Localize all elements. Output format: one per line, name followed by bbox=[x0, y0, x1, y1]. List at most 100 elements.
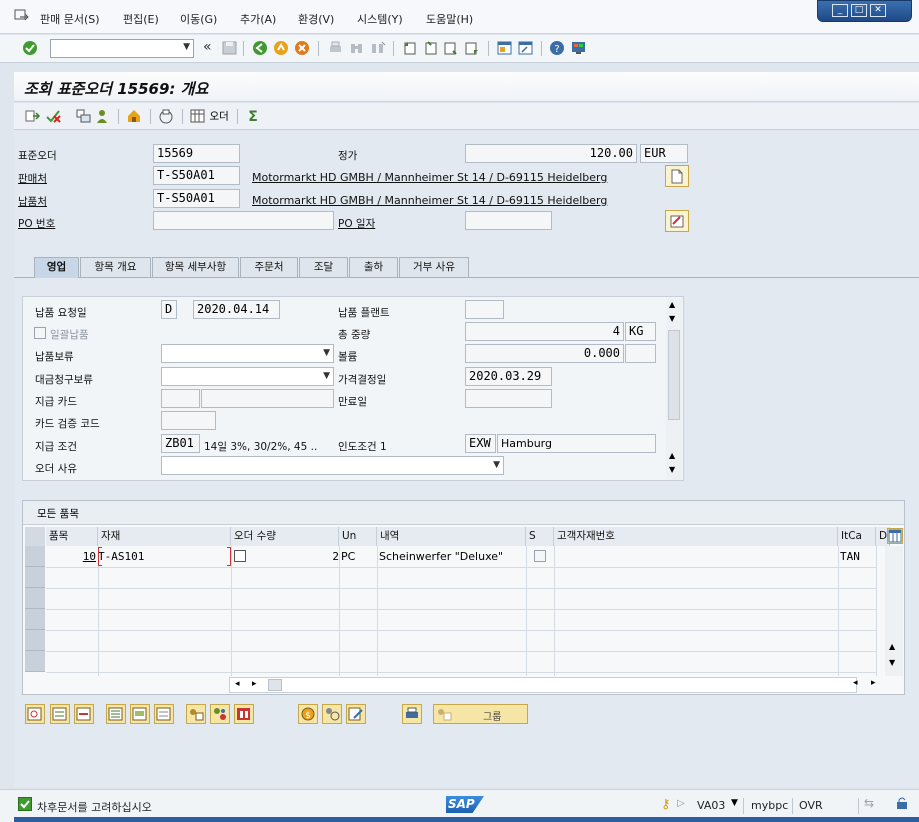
column-header-unit[interactable]: Un bbox=[339, 527, 377, 546]
last-page-icon[interactable] bbox=[464, 40, 481, 56]
req-delivery-date-type-field[interactable]: D bbox=[161, 300, 177, 319]
group-button[interactable]: 그룹 bbox=[433, 704, 528, 724]
save-icon[interactable] bbox=[221, 40, 238, 56]
menu-extras[interactable]: 추가(A) bbox=[240, 11, 276, 27]
column-header-item-category[interactable]: ItCa bbox=[838, 527, 876, 546]
description-cell[interactable]: Scheinwerfer "Deluxe" bbox=[379, 546, 527, 567]
tab-shipping[interactable]: 출하 bbox=[349, 257, 398, 277]
next-page-icon[interactable] bbox=[443, 40, 460, 56]
insert-mode[interactable]: OVR bbox=[799, 799, 823, 812]
deselect-all-button[interactable] bbox=[154, 704, 174, 724]
sum-icon[interactable]: Σ bbox=[245, 108, 262, 125]
currency-field[interactable]: EUR bbox=[640, 144, 688, 163]
select-all-button[interactable] bbox=[106, 704, 126, 724]
back-icon[interactable] bbox=[252, 40, 269, 56]
standard-order-field[interactable]: 15569 bbox=[153, 144, 240, 163]
select-all-rows[interactable] bbox=[25, 527, 45, 546]
ship-to-address[interactable]: Motormarkt HD GMBH / Mannheimer St 14 / … bbox=[252, 194, 607, 207]
first-page-icon[interactable] bbox=[401, 40, 418, 56]
column-header-customer-material[interactable]: 고객자재번호 bbox=[554, 527, 838, 546]
column-header-material[interactable]: 자재 bbox=[98, 527, 231, 546]
net-value-field[interactable]: 120.00 bbox=[465, 144, 637, 163]
delete-icon[interactable] bbox=[45, 108, 62, 124]
print-preview-button[interactable] bbox=[402, 704, 422, 724]
column-header-status[interactable]: S bbox=[526, 527, 554, 546]
tab-item-detail[interactable]: 항목 세부사항 bbox=[152, 257, 239, 277]
expand-status-icon[interactable]: ▷ bbox=[677, 798, 685, 809]
document-button[interactable] bbox=[665, 165, 689, 187]
chevron-down-icon[interactable]: ▼ bbox=[731, 798, 738, 808]
pricing-button[interactable]: $ bbox=[298, 704, 318, 724]
order-button[interactable]: 오더 bbox=[189, 108, 229, 125]
order-quantity-cell[interactable]: 2 bbox=[231, 546, 339, 567]
select-block-button[interactable] bbox=[130, 704, 150, 724]
po-number-label[interactable]: PO 번호 bbox=[18, 216, 55, 231]
menu-edit[interactable]: 편집(E) bbox=[123, 11, 159, 27]
expiry-date-field[interactable] bbox=[465, 389, 552, 408]
transaction-code[interactable]: VA03 bbox=[697, 799, 725, 812]
sold-to-party-icon[interactable] bbox=[126, 108, 143, 124]
chevron-down-icon[interactable]: ▼ bbox=[323, 345, 330, 362]
row-selector[interactable] bbox=[25, 651, 45, 672]
payment-card-type-field[interactable] bbox=[161, 389, 200, 408]
order-reason-select[interactable]: ▼ bbox=[161, 456, 504, 475]
unit-cell[interactable]: PC bbox=[341, 546, 377, 567]
column-header-description[interactable]: 내역 bbox=[377, 527, 526, 546]
display-doc-flow-icon[interactable] bbox=[24, 108, 41, 124]
po-date-label[interactable]: PO 일자 bbox=[338, 216, 375, 231]
availability-button[interactable] bbox=[322, 704, 342, 724]
po-number-field[interactable] bbox=[153, 211, 334, 230]
ship-to-field[interactable]: T-S50A01 bbox=[153, 189, 240, 208]
menu-environment[interactable]: 환경(V) bbox=[298, 11, 334, 27]
item-category-cell[interactable]: TAN bbox=[840, 546, 876, 567]
new-session-icon[interactable] bbox=[496, 40, 513, 56]
menu-icon[interactable] bbox=[14, 9, 30, 26]
partner-icon[interactable] bbox=[94, 108, 111, 124]
column-header-order-quantity[interactable]: 오더 수량 bbox=[231, 527, 339, 546]
item-number-cell[interactable]: 10 bbox=[46, 546, 96, 567]
sold-to-field[interactable]: T-S50A01 bbox=[153, 166, 240, 185]
payment-terms-code-field[interactable]: ZB01 bbox=[161, 434, 200, 453]
details-button[interactable] bbox=[25, 704, 45, 724]
menu-system[interactable]: 시스템(Y) bbox=[357, 11, 403, 27]
table-row[interactable]: 10 T-AS101 2 PC Scheinwerfer "Deluxe" TA… bbox=[46, 546, 876, 567]
edit-item-button[interactable] bbox=[346, 704, 366, 724]
maximize-icon[interactable]: □ bbox=[851, 4, 867, 17]
scroll-down-icon[interactable]: ▼ bbox=[669, 465, 675, 474]
menu-sales-document[interactable]: 판매 문서(S) bbox=[40, 11, 100, 27]
configuration-button[interactable] bbox=[186, 704, 206, 724]
tab-procurement[interactable]: 조달 bbox=[299, 257, 348, 277]
payment-card-number-field[interactable] bbox=[201, 389, 334, 408]
exit-icon[interactable] bbox=[273, 40, 290, 56]
chevron-down-icon[interactable]: ▼ bbox=[493, 457, 500, 474]
column-header-item[interactable]: 품목 bbox=[46, 527, 98, 546]
complete-delivery-checkbox[interactable] bbox=[34, 327, 46, 339]
delivery-block-select[interactable]: ▼ bbox=[161, 344, 334, 363]
chevron-down-icon[interactable]: ▼ bbox=[183, 42, 190, 52]
scroll-right-icon[interactable]: ▸ bbox=[252, 679, 257, 689]
table-horizontal-scrollbar[interactable]: ◂ ▸ bbox=[229, 677, 857, 693]
find-next-icon[interactable] bbox=[369, 40, 386, 56]
weight-unit-field[interactable]: KG bbox=[625, 322, 656, 341]
customer-material-cell[interactable] bbox=[556, 546, 838, 567]
material-cell[interactable]: T-AS101 bbox=[98, 546, 228, 567]
header-detail-icon[interactable] bbox=[75, 108, 92, 124]
sold-to-label[interactable]: 판매처 bbox=[18, 171, 47, 186]
tab-sales[interactable]: 영업 bbox=[34, 257, 79, 278]
menu-help[interactable]: 도움말(H) bbox=[426, 11, 473, 27]
billing-block-select[interactable]: ▼ bbox=[161, 367, 334, 386]
tab-ordering-party[interactable]: 주문처 bbox=[240, 257, 298, 277]
command-field[interactable]: ▼ bbox=[50, 39, 194, 58]
scroll-left-icon[interactable]: ◂ bbox=[235, 679, 240, 689]
cancel-icon[interactable] bbox=[294, 40, 311, 56]
delivery-plant-field[interactable] bbox=[465, 300, 504, 319]
card-verification-field[interactable] bbox=[161, 411, 216, 430]
tab-reason-for-rejection[interactable]: 거부 사유 bbox=[399, 257, 469, 277]
tab-item-overview[interactable]: 항목 개요 bbox=[80, 257, 151, 277]
row-selector[interactable] bbox=[25, 567, 45, 588]
form-scrollbar[interactable]: ▲ ▼ ▲ ▼ bbox=[666, 298, 682, 480]
help-icon[interactable]: ? bbox=[549, 40, 566, 56]
req-delivery-date-field[interactable]: 2020.04.14 bbox=[193, 300, 280, 319]
pricing-date-field[interactable]: 2020.03.29 bbox=[465, 367, 552, 386]
schedule-lines-button[interactable] bbox=[234, 704, 254, 724]
